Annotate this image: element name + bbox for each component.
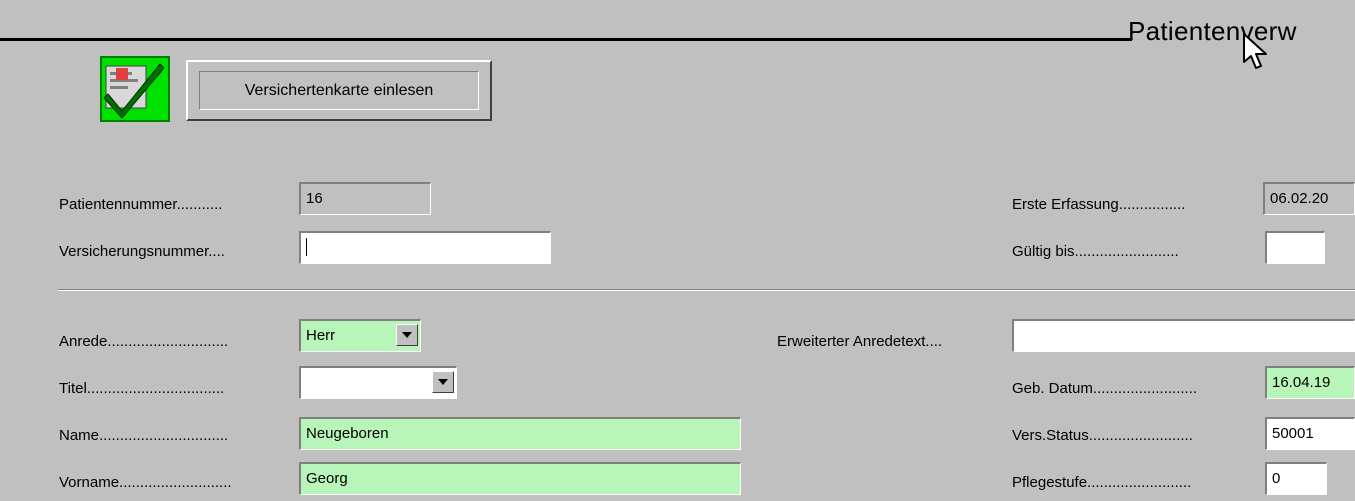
text-caret xyxy=(306,238,307,257)
read-insurance-card-label: Versichertenkarte einlesen xyxy=(199,71,479,110)
anrede-label: Anrede............................. xyxy=(59,333,229,350)
erweiterter-anredetext-label: Erweiterter Anredetext.... xyxy=(777,333,943,350)
mouse-pointer-icon xyxy=(1240,32,1274,72)
patientennummer-field[interactable]: 16 xyxy=(299,182,431,215)
vers-status-field[interactable]: 50001 xyxy=(1265,417,1355,450)
name-field[interactable]: Neugeboren xyxy=(299,417,741,450)
gueltig-bis-label: Gültig bis......................... xyxy=(1012,243,1179,260)
titel-label: Titel................................. xyxy=(59,380,225,397)
chevron-down-icon[interactable] xyxy=(396,324,418,346)
section-divider xyxy=(58,289,1355,291)
chevron-down-icon[interactable] xyxy=(432,371,454,393)
pflegestufe-label: Pflegestufe......................... xyxy=(1012,474,1192,491)
green-checkmark-icon[interactable] xyxy=(100,56,170,122)
title-rule xyxy=(0,38,1132,41)
vorname-field[interactable]: Georg xyxy=(299,462,741,495)
titel-select[interactable] xyxy=(299,366,457,399)
vers-status-label: Vers.Status......................... xyxy=(1012,427,1193,444)
erweiterter-anredetext-field[interactable] xyxy=(1012,319,1355,352)
anrede-select[interactable]: Herr xyxy=(299,319,421,352)
vorname-label: Vorname........................... xyxy=(59,474,232,491)
name-label: Name............................... xyxy=(59,427,229,444)
erste-erfassung-field[interactable]: 06.02.20 xyxy=(1263,182,1355,215)
patientennummer-label: Patientennummer........... xyxy=(59,196,223,213)
pflegestufe-field[interactable]: 0 xyxy=(1265,462,1327,495)
geb-datum-field[interactable]: 16.04.19 xyxy=(1265,366,1355,399)
versicherungsnummer-label: Versicherungsnummer.... xyxy=(59,243,225,260)
read-insurance-card-button[interactable]: Versichertenkarte einlesen xyxy=(186,60,492,121)
gueltig-bis-field[interactable] xyxy=(1265,231,1325,264)
geb-datum-label: Geb. Datum......................... xyxy=(1012,380,1198,397)
anrede-value: Herr xyxy=(306,327,336,344)
versicherungsnummer-field[interactable] xyxy=(299,231,551,264)
erste-erfassung-label: Erste Erfassung................ xyxy=(1012,196,1186,213)
